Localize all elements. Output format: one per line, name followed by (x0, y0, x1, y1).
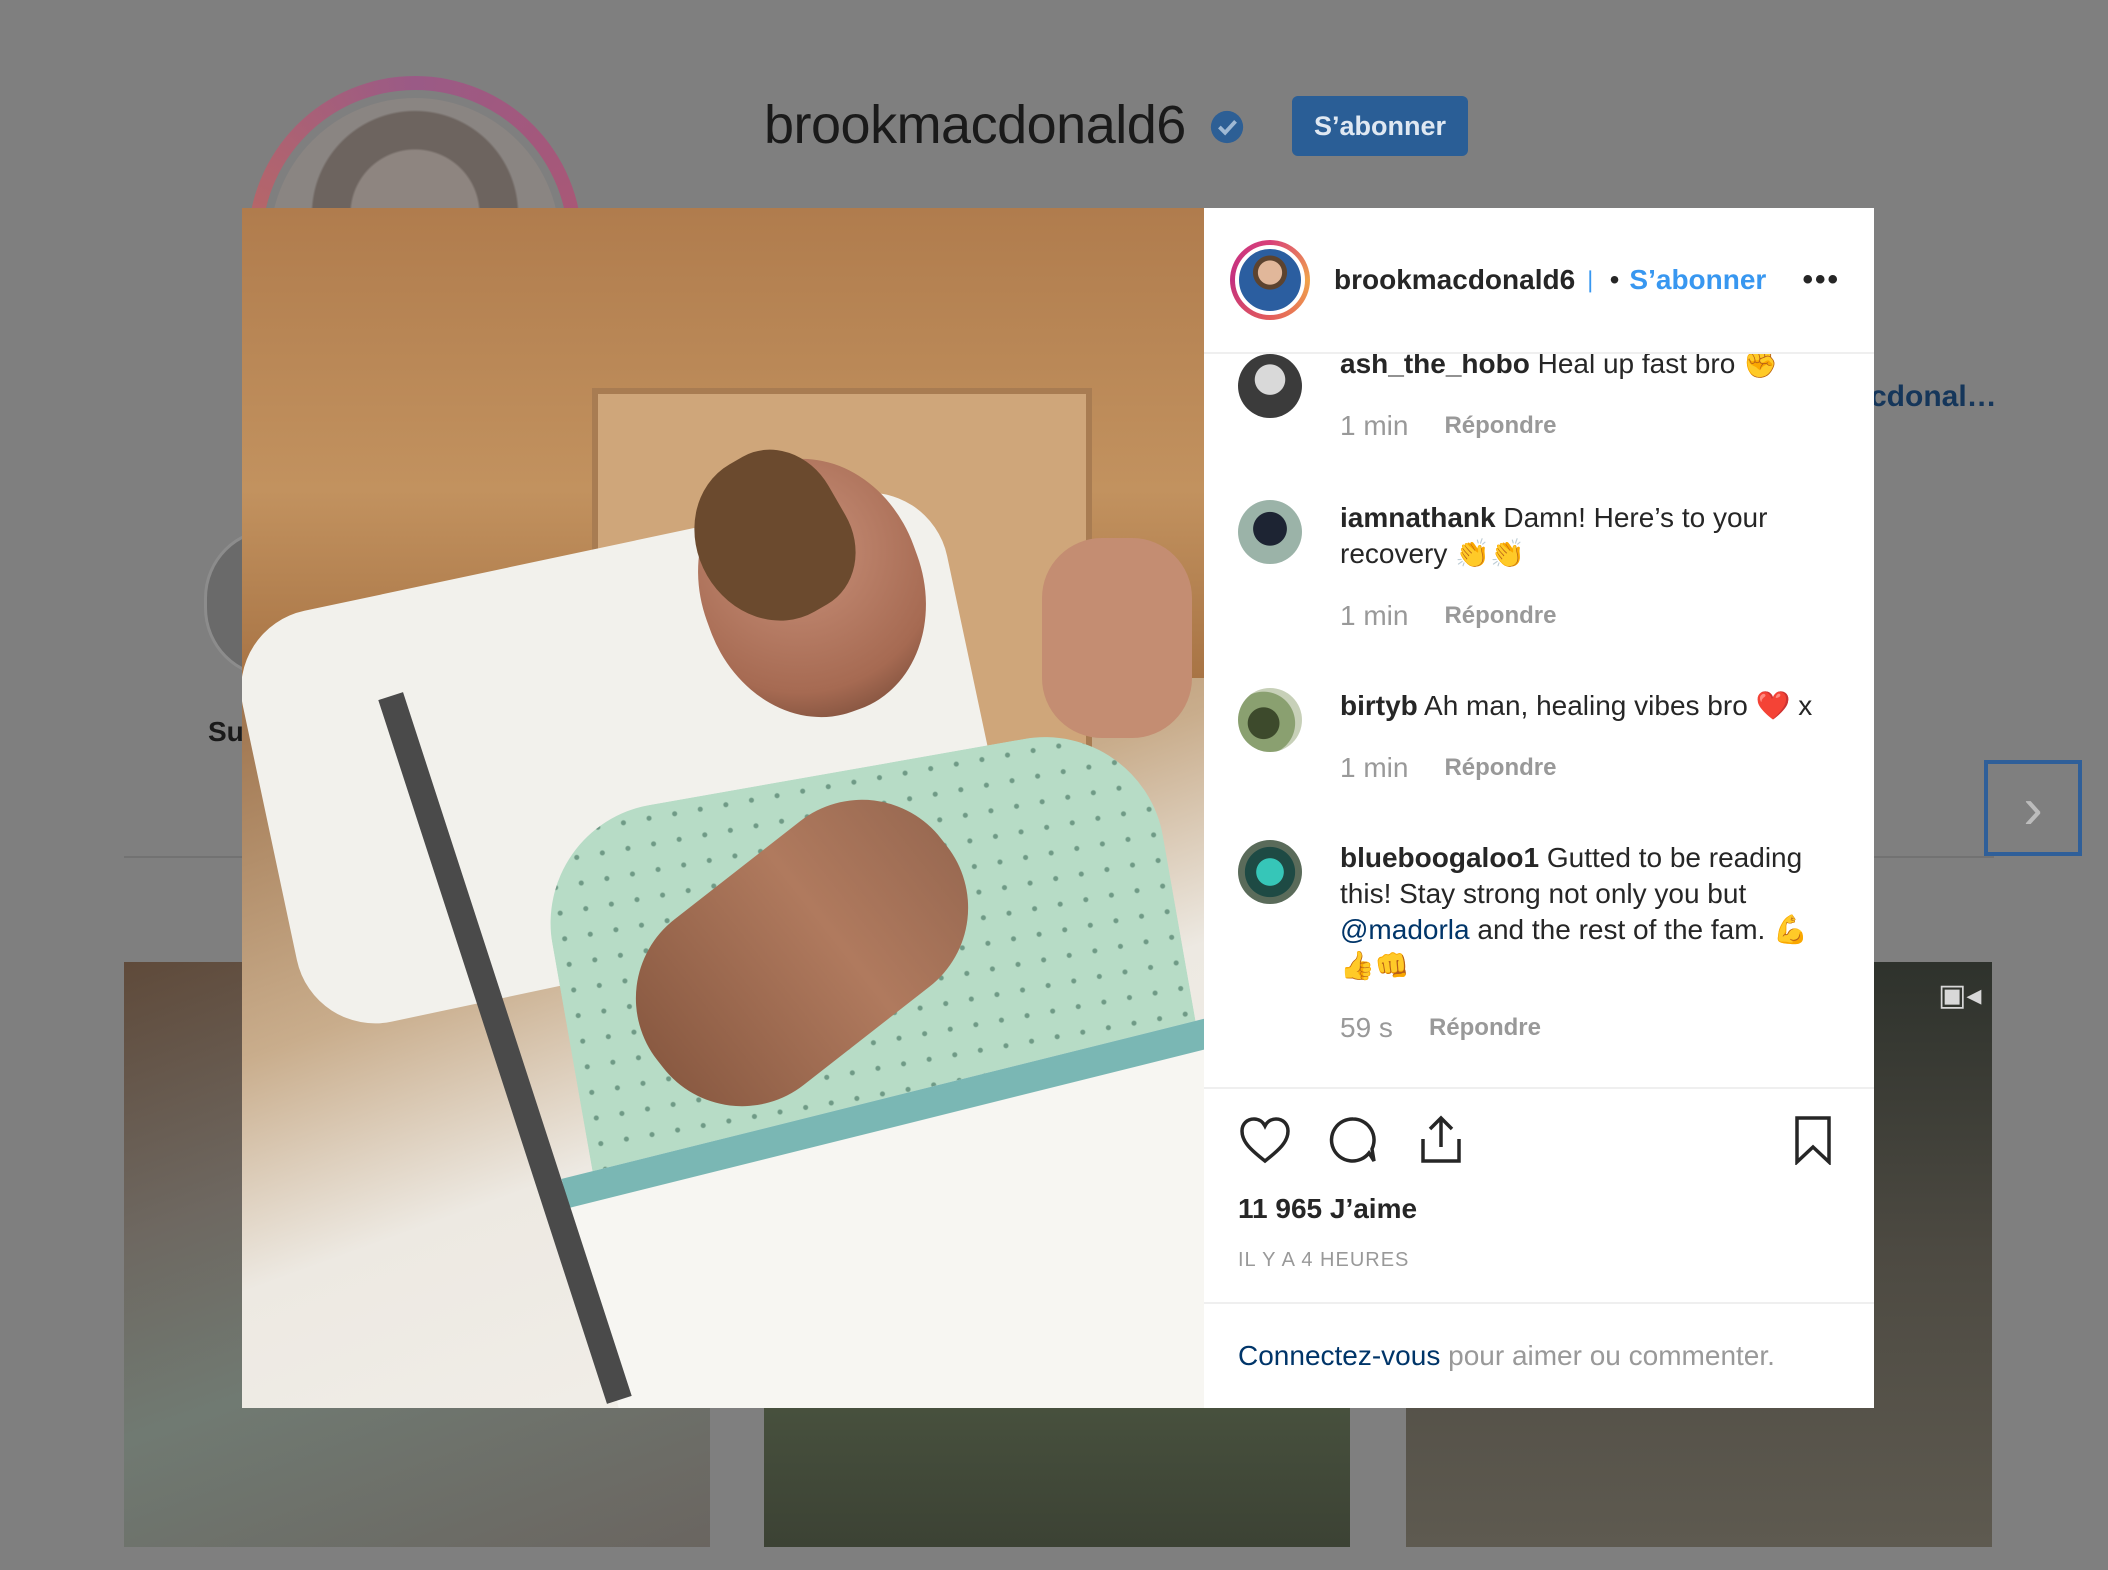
comment-text: Heal up fast bro ✊ (1529, 354, 1778, 379)
post-header: brookmacdonald6 ❘ • S’abonner ••• (1204, 208, 1874, 354)
heart-icon[interactable] (1238, 1113, 1292, 1167)
reply-button[interactable]: Répondre (1429, 1014, 1541, 1042)
next-post-button[interactable]: › (1984, 760, 2082, 856)
photo-thumb (1042, 538, 1192, 738)
profile-username: brookmacdonald6 (764, 95, 1186, 155)
comment-username[interactable]: iamnathank (1340, 502, 1496, 533)
post-sidebar: brookmacdonald6 ❘ • S’abonner ••• ash_th… (1204, 208, 1874, 1408)
author-avatar[interactable] (1230, 240, 1310, 320)
comment-time: 59 s (1340, 1012, 1393, 1043)
comment-item: iamnathank Damn! Here’s to your recovery… (1238, 500, 1840, 632)
commenter-avatar[interactable] (1238, 840, 1302, 904)
author-username[interactable]: brookmacdonald6 (1334, 264, 1575, 296)
header-separator: • (1609, 264, 1620, 295)
comments-list[interactable]: ash_the_hobo Heal up fast bro ✊ 1 min Rép… (1204, 354, 1874, 1087)
comment-username[interactable]: ash_the_hobo (1340, 354, 1530, 379)
reply-button[interactable]: Répondre (1444, 602, 1556, 630)
reply-button[interactable]: Répondre (1444, 754, 1556, 782)
bookmark-icon[interactable] (1786, 1113, 1840, 1167)
login-prompt-text: pour aimer ou commenter. (1440, 1340, 1775, 1371)
verified-badge-icon: ❘ (1581, 267, 1600, 292)
post-photo[interactable] (242, 208, 1204, 1408)
commenter-avatar[interactable] (1238, 354, 1302, 418)
chevron-right-icon: › (2023, 775, 2043, 841)
more-options-icon[interactable]: ••• (1802, 263, 1840, 297)
post-timestamp: IL Y A 4 HEURES (1238, 1249, 1410, 1271)
profile-bio-link[interactable]: cdonal… (1870, 380, 1997, 414)
follow-button[interactable]: S’abonner (1629, 264, 1766, 296)
story-highlight-label: Su (208, 716, 244, 747)
comment-time: 1 min (1340, 752, 1409, 783)
profile-follow-button[interactable]: S’abonner (1292, 96, 1468, 156)
like-count[interactable]: 11 965 J’aime (1204, 1191, 1874, 1225)
comment-item: ash_the_hobo Heal up fast bro ✊ 1 min Rép… (1238, 354, 1840, 442)
author-avatar-image (1235, 245, 1305, 315)
comment-time: 1 min (1340, 410, 1409, 441)
comment-mention-link[interactable]: @madorla (1340, 914, 1470, 945)
login-prompt: Connectez-vous pour aimer ou commenter. (1204, 1302, 1874, 1408)
comment-item: blueboogaloo1 Gutted to be reading this!… (1238, 840, 1840, 1044)
reply-button[interactable]: Répondre (1444, 412, 1556, 440)
verified-badge-icon (1210, 110, 1244, 144)
commenter-avatar[interactable] (1238, 688, 1302, 752)
commenter-avatar[interactable] (1238, 500, 1302, 564)
comment-username[interactable]: blueboogaloo1 (1340, 842, 1539, 873)
comment-text: Ah man, healing vibes bro ❤️ x (1417, 690, 1813, 721)
comment-time: 1 min (1340, 600, 1409, 631)
share-icon[interactable] (1414, 1113, 1468, 1167)
video-camera-icon: ▣◂ (1938, 979, 1982, 1012)
comment-icon[interactable] (1326, 1113, 1380, 1167)
login-link[interactable]: Connectez-vous (1238, 1340, 1440, 1371)
post-modal: brookmacdonald6 ❘ • S’abonner ••• ash_th… (242, 208, 1874, 1408)
comment-username[interactable]: birtyb (1340, 690, 1418, 721)
post-actions (1204, 1087, 1874, 1191)
comment-item: birtyb Ah man, healing vibes bro ❤️ x 1 … (1238, 688, 1840, 784)
